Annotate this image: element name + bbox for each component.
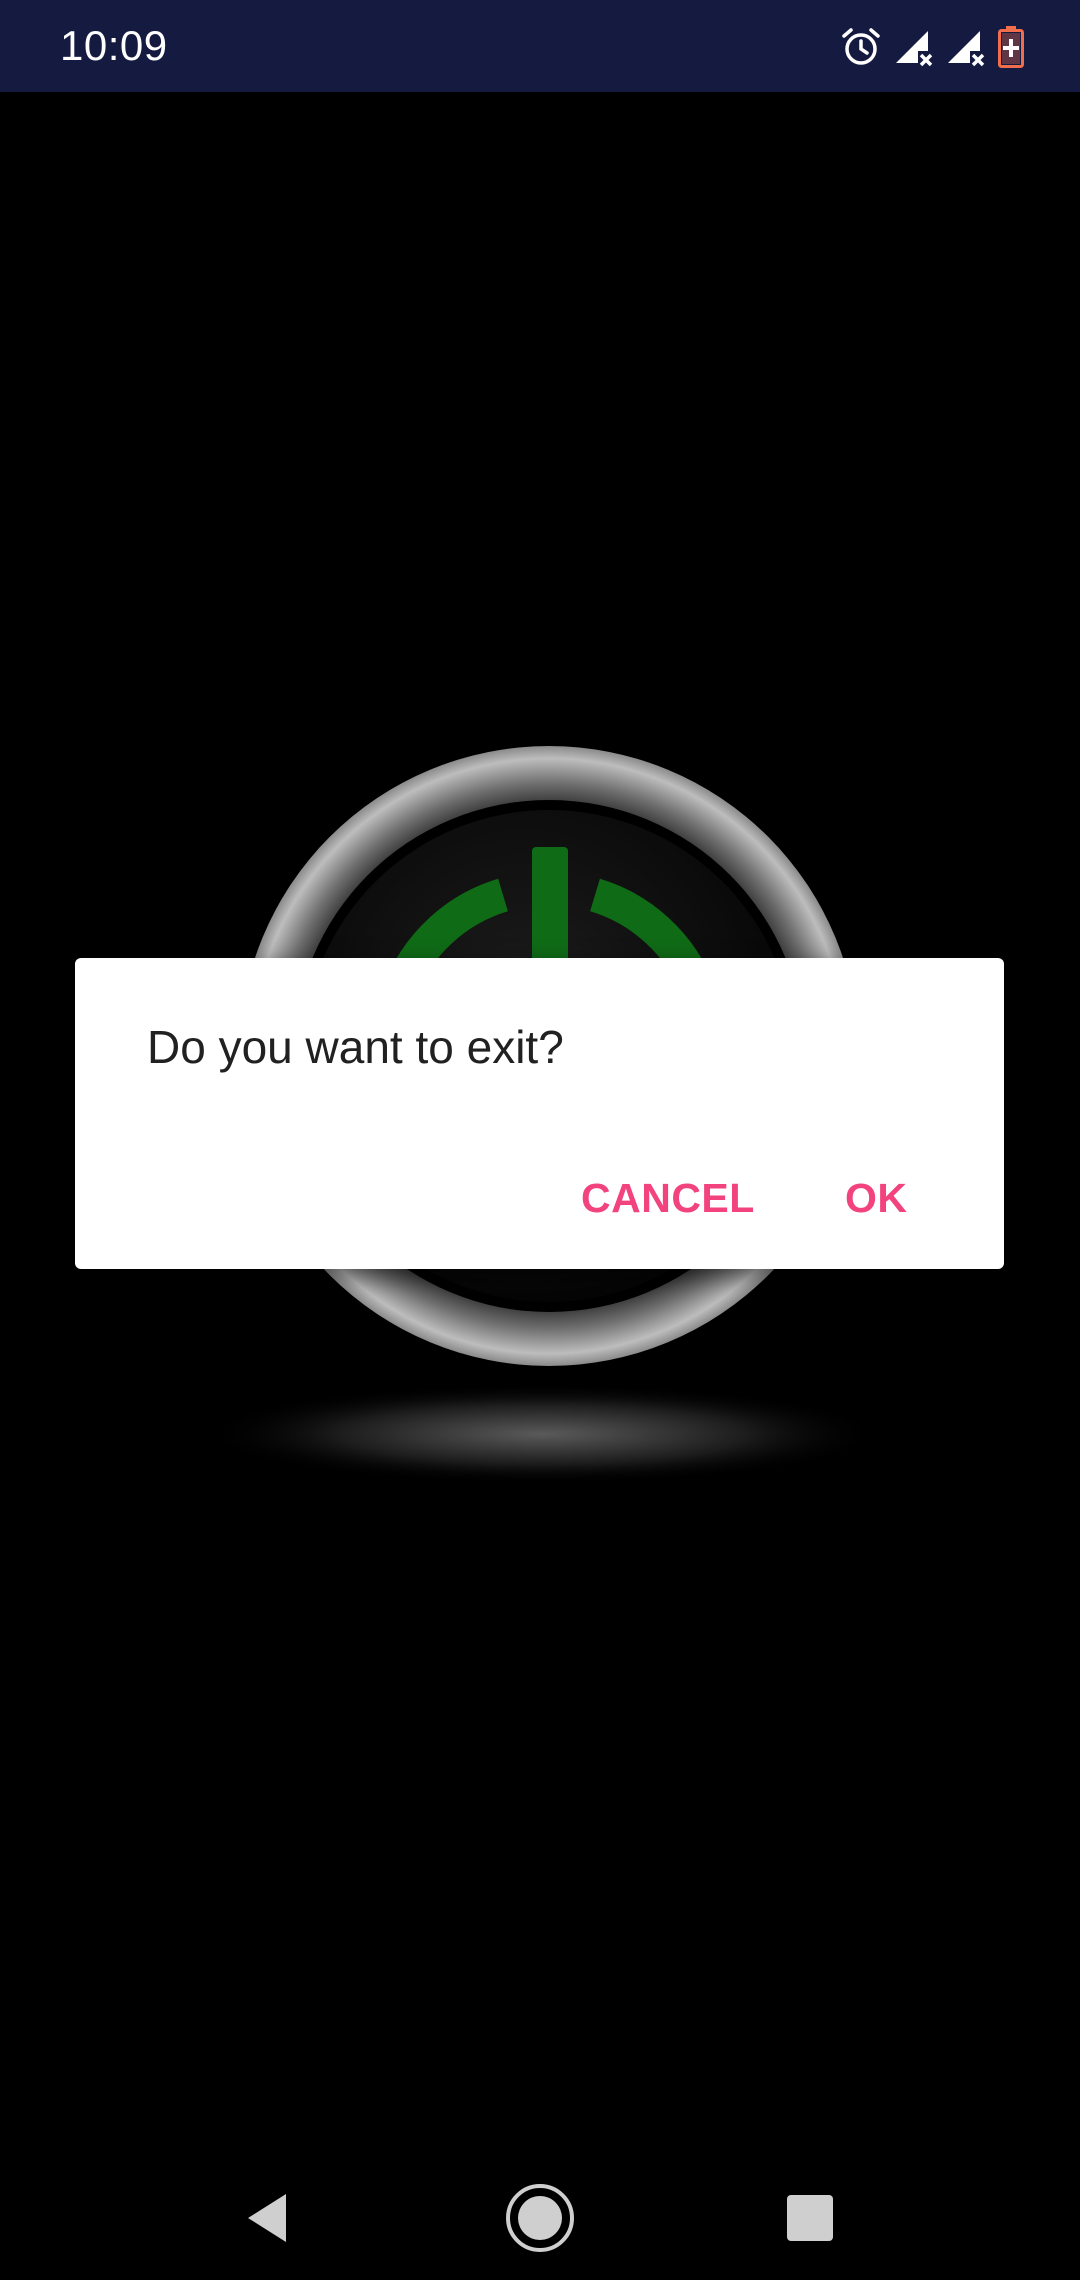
battery-charging-icon: [998, 26, 1024, 68]
signal-no-data-icon: [946, 27, 986, 67]
home-button[interactable]: [500, 2178, 580, 2258]
exit-dialog: Do you want to exit? CANCEL OK: [75, 958, 1004, 1269]
recents-button[interactable]: [770, 2178, 850, 2258]
alarm-icon: [840, 26, 882, 68]
app-screen: 10:09 Do you want to exit? CANCEL OK: [0, 0, 1080, 2280]
ok-button[interactable]: OK: [827, 1158, 926, 1238]
dialog-message: Do you want to exit?: [147, 1021, 564, 1073]
home-icon: [506, 2184, 574, 2252]
status-time: 10:09: [60, 22, 168, 69]
status-icons: [840, 24, 1024, 70]
recents-icon: [787, 2195, 833, 2241]
back-button[interactable]: [228, 2178, 308, 2258]
signal-no-data-icon: [894, 27, 934, 67]
cancel-button[interactable]: CANCEL: [563, 1158, 773, 1238]
navigation-bar: [0, 2150, 1080, 2280]
back-icon: [248, 2194, 286, 2242]
status-bar: 10:09: [0, 0, 1080, 92]
